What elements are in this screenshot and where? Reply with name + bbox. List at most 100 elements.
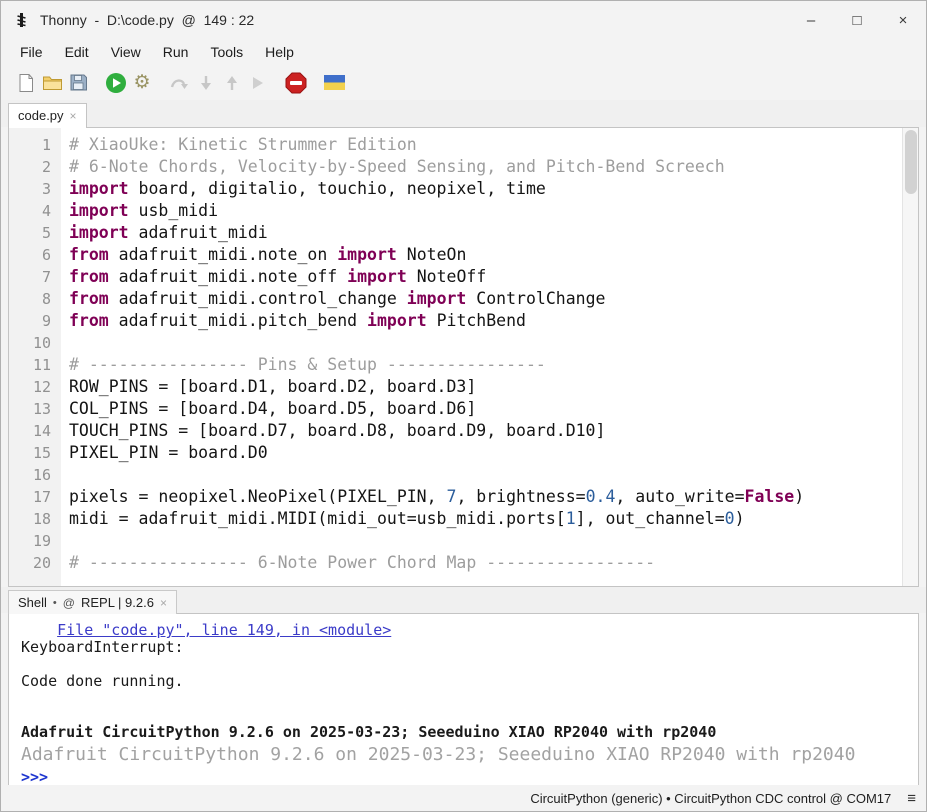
device-status-text[interactable]: CircuitPython (generic) • CircuitPython … (530, 791, 891, 806)
code-line: from adafruit_midi.note_on import NoteOn (69, 244, 902, 266)
scrollbar-thumb[interactable] (905, 130, 917, 194)
code-line: ROW_PINS = [board.D1, board.D2, board.D3… (69, 376, 902, 398)
new-file-button[interactable] (13, 70, 39, 96)
stop-button[interactable] (283, 70, 309, 96)
editor-scrollbar[interactable] (902, 128, 918, 586)
line-number: 3 (9, 178, 51, 200)
code-line: # ---------------- Pins & Setup --------… (69, 354, 902, 376)
shell-modified-dot: • (53, 597, 57, 609)
step-into-button (193, 70, 219, 96)
tab-code-py[interactable]: code.py × (8, 103, 87, 128)
code-line: TOUCH_PINS = [board.D7, board.D8, board.… (69, 420, 902, 442)
code-editor[interactable]: 1234567891011121314151617181920 # XiaoUk… (8, 127, 919, 587)
code-line: import board, digitalio, touchio, neopix… (69, 178, 902, 200)
title-bar: Thonny - D:\code.py @ 149 : 22 – □ × (1, 1, 926, 39)
code-line: import usb_midi (69, 200, 902, 222)
line-number: 2 (9, 156, 51, 178)
line-number: 6 (9, 244, 51, 266)
line-number: 12 (9, 376, 51, 398)
circuitpython-repl-icon: @ (63, 596, 75, 610)
window-title: Thonny - D:\code.py @ 149 : 22 (40, 12, 254, 28)
ukraine-flag-icon (324, 75, 345, 90)
shell-tab-close-icon[interactable]: × (160, 596, 167, 610)
code-line: import adafruit_midi (69, 222, 902, 244)
open-file-button[interactable] (39, 70, 65, 96)
shell-line (21, 656, 918, 673)
resume-button (245, 70, 271, 96)
thonny-window: { "window": { "title": "Thonny - D:\\cod… (0, 0, 927, 812)
shell-line (21, 707, 918, 724)
line-number: 5 (9, 222, 51, 244)
menu-run[interactable]: Run (152, 41, 200, 63)
shell-output: File "code.py", line 149, in <module>Key… (21, 622, 918, 786)
close-button[interactable]: × (880, 1, 926, 39)
status-bar: CircuitPython (generic) • CircuitPython … (1, 785, 926, 811)
menu-bar: File Edit View Run Tools Help (1, 39, 926, 65)
step-over-icon (170, 75, 190, 91)
line-number: 14 (9, 420, 51, 442)
line-number: 11 (9, 354, 51, 376)
thonny-app-icon (13, 12, 30, 29)
shell-tab-label: Shell (18, 595, 47, 610)
code-line: pixels = neopixel.NeoPixel(PIXEL_PIN, 7,… (69, 486, 902, 508)
tab-shell[interactable]: Shell • @ REPL | 9.2.6 × (8, 590, 177, 614)
shell-line: KeyboardInterrupt: (21, 639, 918, 656)
ukraine-support-button[interactable] (321, 70, 347, 96)
line-number: 18 (9, 508, 51, 530)
line-number: 16 (9, 464, 51, 486)
shell-line: Adafruit CircuitPython 9.2.6 on 2025-03-… (21, 724, 918, 741)
code-line: COL_PINS = [board.D4, board.D5, board.D6… (69, 398, 902, 420)
line-number: 1 (9, 134, 51, 156)
tab-label: code.py (18, 108, 64, 123)
menu-help[interactable]: Help (254, 41, 305, 63)
window-controls: – □ × (788, 1, 926, 39)
step-over-button (167, 70, 193, 96)
step-into-icon (199, 75, 213, 91)
code-line: midi = adafruit_midi.MIDI(midi_out=usb_m… (69, 508, 902, 530)
line-number: 7 (9, 266, 51, 288)
status-menu-icon[interactable]: ≡ (907, 790, 916, 807)
step-out-button (219, 70, 245, 96)
code-line: # ---------------- 6-Note Power Chord Ma… (69, 552, 902, 574)
tab-close-icon[interactable]: × (70, 109, 77, 123)
debug-script-button[interactable]: ⚙ (129, 70, 155, 96)
menu-file[interactable]: File (9, 41, 54, 63)
repl-tab-label: REPL | 9.2.6 (81, 595, 154, 610)
menu-edit[interactable]: Edit (54, 41, 100, 63)
debug-gear-icon: ⚙ (133, 73, 150, 92)
line-number: 20 (9, 552, 51, 574)
run-script-button[interactable] (103, 70, 129, 96)
shell-line: Adafruit CircuitPython 9.2.6 on 2025-03-… (21, 741, 918, 768)
minimize-button[interactable]: – (788, 1, 834, 39)
code-line: # 6-Note Chords, Velocity-by-Speed Sensi… (69, 156, 902, 178)
line-number: 10 (9, 332, 51, 354)
line-number: 8 (9, 288, 51, 310)
code-line (69, 530, 902, 552)
code-line (69, 332, 902, 354)
resume-icon (250, 75, 266, 91)
open-folder-icon (42, 74, 63, 92)
code-line: PIXEL_PIN = board.D0 (69, 442, 902, 464)
shell-line: Code done running. (21, 673, 918, 690)
shell-panel[interactable]: File "code.py", line 149, in <module>Key… (8, 613, 919, 787)
code-line: from adafruit_midi.note_off import NoteO… (69, 266, 902, 288)
code-line: # XiaoUke: Kinetic Strummer Edition (69, 134, 902, 156)
save-button[interactable] (65, 70, 91, 96)
menu-view[interactable]: View (100, 41, 152, 63)
save-icon (69, 73, 88, 92)
editor-tab-strip: code.py × (1, 100, 926, 127)
maximize-button[interactable]: □ (834, 1, 880, 39)
run-icon (105, 72, 127, 94)
shell-traceback-link[interactable]: File "code.py", line 149, in <module> (21, 622, 918, 639)
line-number-gutter: 1234567891011121314151617181920 (9, 128, 61, 586)
menu-tools[interactable]: Tools (199, 41, 254, 63)
shell-line (21, 690, 918, 707)
line-number: 4 (9, 200, 51, 222)
toolbar: ⚙ (1, 65, 926, 100)
stop-icon (285, 72, 307, 94)
step-out-icon (225, 75, 239, 91)
code-area[interactable]: # XiaoUke: Kinetic Strummer Edition# 6-N… (61, 128, 902, 586)
line-number: 13 (9, 398, 51, 420)
shell-tab-strip: Shell • @ REPL | 9.2.6 × (1, 587, 926, 613)
code-line: from adafruit_midi.control_change import… (69, 288, 902, 310)
